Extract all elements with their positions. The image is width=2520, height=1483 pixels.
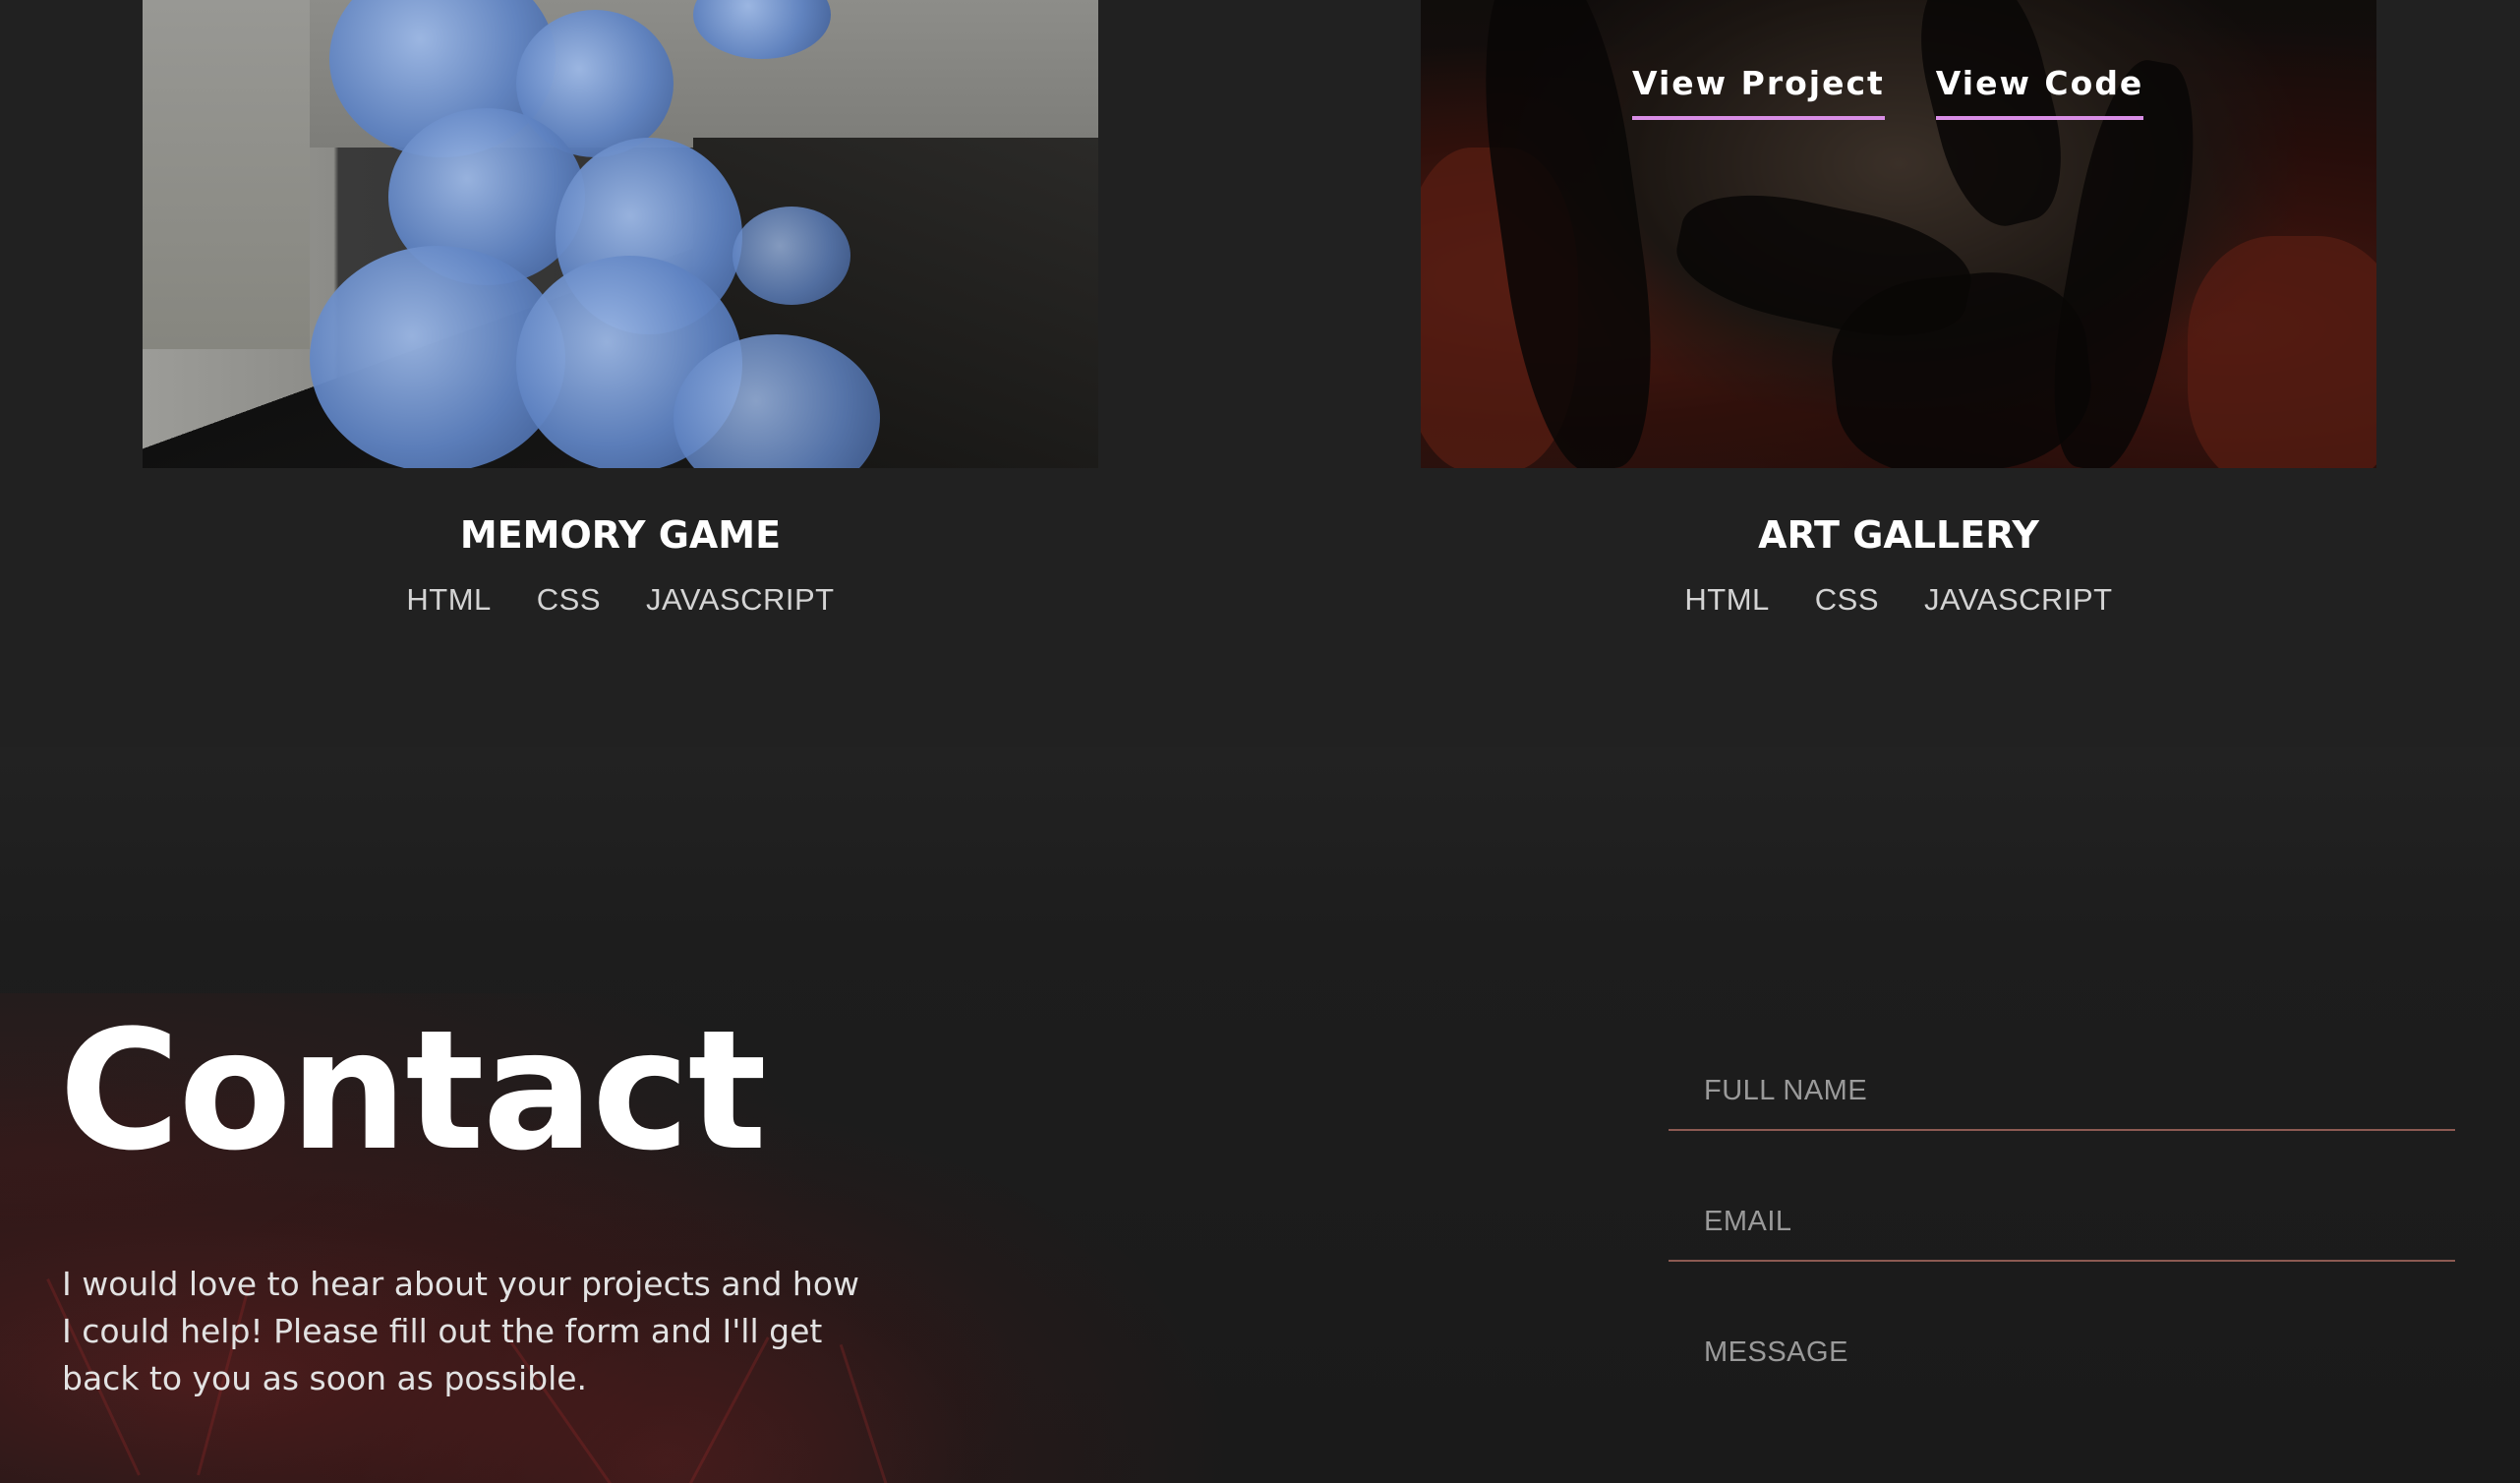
project-thumbnail-memory-game[interactable] xyxy=(143,0,1098,468)
project-links: View Project View Code xyxy=(1632,64,2144,120)
project-tags: HTML CSS JAVASCRIPT xyxy=(1421,582,2376,618)
view-project-link[interactable]: View Project xyxy=(1632,64,1885,120)
email-input[interactable] xyxy=(1704,1206,2455,1238)
tag-html: HTML xyxy=(1684,582,1770,617)
contact-form xyxy=(1669,1047,2455,1425)
project-title: ART GALLERY xyxy=(1758,513,2039,557)
project-card-memory-game: MEMORY GAME HTML CSS JAVASCRIPT xyxy=(143,0,1098,618)
email-field-wrapper xyxy=(1669,1178,2455,1262)
project-card-art-gallery: View Project View Code ART GALLERY HTML … xyxy=(1421,0,2376,618)
tag-css: CSS xyxy=(536,582,602,617)
tag-css: CSS xyxy=(1814,582,1880,617)
contact-section: Contact I would love to hear about your … xyxy=(0,747,2520,1483)
project-tags: HTML CSS JAVASCRIPT xyxy=(143,582,1098,618)
message-field-wrapper xyxy=(1669,1309,2455,1378)
view-code-link[interactable]: View Code xyxy=(1935,64,2144,120)
projects-section: MEMORY GAME HTML CSS JAVASCRIPT View Pro… xyxy=(0,0,2520,747)
project-thumbnail-art-gallery[interactable]: View Project View Code xyxy=(1421,0,2376,468)
message-input[interactable] xyxy=(1704,1336,2455,1369)
full-name-field-wrapper xyxy=(1669,1047,2455,1131)
project-title: MEMORY GAME xyxy=(459,513,782,557)
contact-description: I would love to hear about your projects… xyxy=(62,1265,859,1397)
tag-html: HTML xyxy=(406,582,492,617)
contact-heading: Contact xyxy=(59,994,767,1187)
tag-javascript: JAVASCRIPT xyxy=(1924,582,2113,617)
full-name-input[interactable] xyxy=(1704,1075,2455,1107)
tag-javascript: JAVASCRIPT xyxy=(646,582,835,617)
